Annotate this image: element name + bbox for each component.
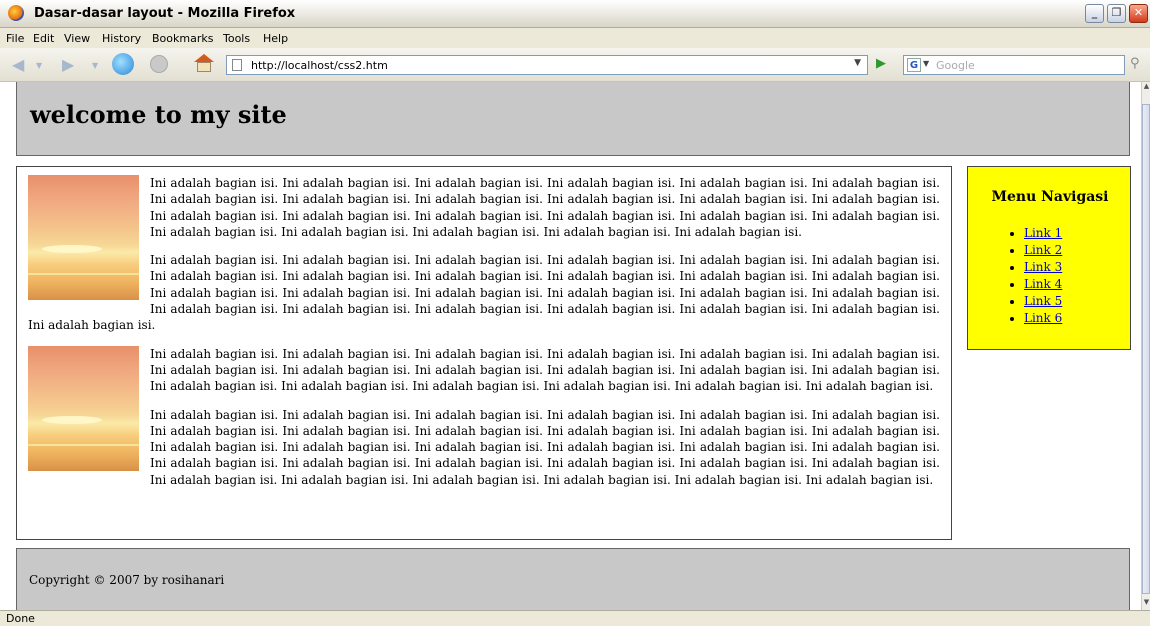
nav-link-list: Link 1 Link 2 Link 3 Link 4 Link 5 Link … (1008, 225, 1062, 327)
firefox-icon (8, 5, 24, 21)
go-icon[interactable]: ▶ (876, 56, 886, 71)
search-engine-dropdown-icon[interactable]: ▼ (923, 59, 929, 68)
vertical-scrollbar[interactable]: ▲ ▼ (1141, 82, 1150, 610)
address-bar[interactable]: http://localhost/css2.htm ▼ (226, 55, 868, 75)
scroll-up-icon[interactable]: ▲ (1142, 82, 1150, 94)
copyright-text: Copyright © 2007 by rosihanari (29, 573, 225, 587)
google-icon[interactable]: G (907, 58, 921, 72)
status-bar: Done (0, 610, 1150, 626)
scroll-thumb[interactable] (1142, 104, 1150, 594)
window-title: Dasar-dasar layout - Mozilla Firefox (34, 6, 296, 21)
reload-icon[interactable] (112, 53, 134, 75)
stop-icon[interactable] (150, 55, 168, 73)
restore-button[interactable]: ❐ (1107, 4, 1126, 23)
sunset-image (28, 175, 139, 300)
home-icon[interactable] (194, 54, 214, 72)
sidebar-title: Menu Navigasi (991, 189, 1109, 205)
back-dropdown-icon[interactable]: ▼ (36, 61, 42, 70)
menu-view[interactable]: View (64, 32, 90, 45)
menu-history[interactable]: History (102, 32, 141, 45)
nav-link-4[interactable]: Link 4 (1024, 277, 1062, 291)
close-button[interactable]: ✕ (1129, 4, 1148, 23)
search-box[interactable]: G ▼ Google (903, 55, 1125, 75)
menu-bookmarks[interactable]: Bookmarks (152, 32, 213, 45)
minimize-button[interactable]: _ (1085, 4, 1104, 23)
navigation-toolbar: ◀ ▼ ▶ ▼ http://localhost/css2.htm ▼ ▶ G … (0, 48, 1150, 82)
nav-link-1[interactable]: Link 1 (1024, 226, 1062, 240)
menu-help[interactable]: Help (263, 32, 288, 45)
page-icon (232, 59, 242, 71)
nav-link-2[interactable]: Link 2 (1024, 243, 1062, 257)
sunset-image (28, 345, 139, 471)
url-text: http://localhost/css2.htm (251, 59, 388, 72)
title-bar: Dasar-dasar layout - Mozilla Firefox _ ❐… (0, 0, 1150, 28)
content-paragraph: Ini adalah bagian isi. Ini adalah bagian… (150, 346, 940, 394)
page-header: welcome to my site (16, 82, 1130, 156)
content-paragraph: Ini adalah bagian isi. Ini adalah bagian… (28, 253, 940, 333)
search-placeholder: Google (936, 59, 975, 72)
search-icon[interactable]: ⚲ (1130, 56, 1140, 71)
nav-link-5[interactable]: Link 5 (1024, 294, 1062, 308)
content-paragraph: Ini adalah bagian isi. Ini adalah bagian… (150, 407, 940, 487)
content-area: Ini adalah bagian isi. Ini adalah bagian… (16, 166, 952, 540)
menu-edit[interactable]: Edit (33, 32, 54, 45)
forward-dropdown-icon[interactable]: ▼ (92, 61, 98, 70)
forward-icon[interactable]: ▶ (62, 55, 74, 74)
menu-tools[interactable]: Tools (223, 32, 250, 45)
content-paragraph: Ini adalah bagian isi. Ini adalah bagian… (150, 176, 940, 239)
navigation-sidebar: Menu Navigasi Link 1 Link 2 Link 3 Link … (967, 166, 1131, 350)
status-text: Done (6, 612, 35, 625)
menu-bar: File Edit View History Bookmarks Tools H… (0, 28, 1150, 48)
scroll-down-icon[interactable]: ▼ (1142, 598, 1150, 610)
page-title: welcome to my site (30, 100, 287, 129)
nav-link-3[interactable]: Link 3 (1024, 260, 1062, 274)
page-viewport: welcome to my site Ini adalah bagian isi… (0, 82, 1141, 610)
url-dropdown-icon[interactable]: ▼ (854, 58, 861, 68)
page-footer: Copyright © 2007 by rosihanari (16, 548, 1130, 610)
menu-file[interactable]: File (6, 32, 24, 45)
nav-link-6[interactable]: Link 6 (1024, 311, 1062, 325)
back-icon[interactable]: ◀ (12, 55, 24, 74)
